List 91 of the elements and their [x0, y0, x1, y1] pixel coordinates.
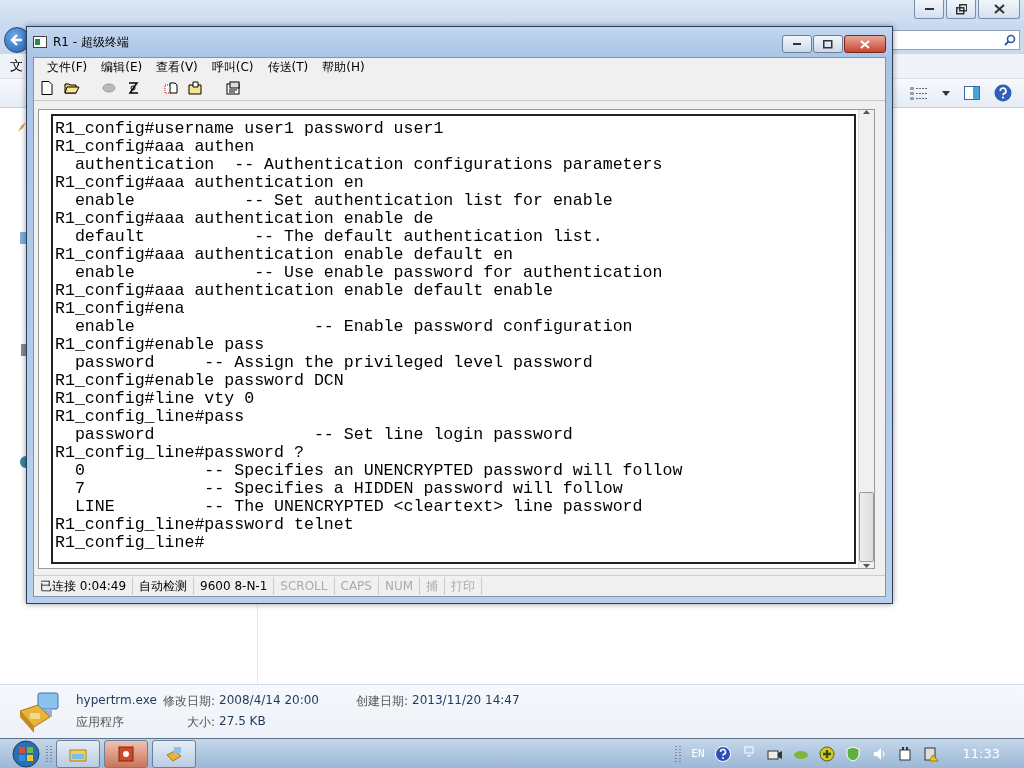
terminal-line: LINE -- The UNENCRYPTED <cleartext> line password — [73, 498, 644, 516]
status-item: SCROLL — [274, 577, 335, 595]
terminal-line: enable -- Enable password configuration — [73, 318, 634, 336]
scroll-down-icon[interactable] — [863, 564, 870, 568]
file-type: 应用程序 — [76, 714, 124, 729]
view-list-icon[interactable] — [910, 86, 928, 100]
status-item: 打印 — [445, 577, 483, 595]
terminal-line: R1_config#aaa authentication en — [55, 174, 365, 192]
size-label: 大小: — [187, 713, 216, 731]
terminal-line: R1_config#aaa authentication enable de — [55, 210, 435, 228]
menu-item[interactable]: 文件(F) — [40, 58, 95, 76]
terminal-line: enable -- Use enable password for authentication — [73, 264, 664, 282]
created-label: 创建日期: — [356, 692, 409, 710]
properties-icon[interactable] — [226, 81, 242, 95]
start-orb-icon[interactable] — [10, 739, 42, 768]
file-name: hypertrm.exe — [76, 692, 157, 707]
minimize-button[interactable] — [914, 0, 944, 19]
terminal-line: R1_config#enable pass — [55, 336, 266, 354]
scroll-up-icon[interactable] — [863, 110, 870, 114]
open-folder-icon[interactable] — [64, 81, 80, 95]
phone-computer-icon — [16, 690, 62, 733]
terminal-line: R1_config#username user1 password user1 — [55, 120, 445, 138]
created-date: 2013/11/20 14:47 — [412, 692, 520, 709]
minimize-icon — [924, 8, 934, 10]
restore-button[interactable] — [946, 0, 976, 19]
terminal-line: authentication -- Authentication configurations parameters — [73, 156, 664, 174]
terminal-line: enable -- Set authentication list for enable — [73, 192, 614, 210]
menu-item[interactable]: 传送(T) — [260, 58, 316, 76]
dropdown-caret-icon[interactable] — [942, 90, 950, 96]
terminal-line: password -- Set line login password — [73, 426, 574, 444]
terminal-screen[interactable] — [51, 114, 856, 564]
power-plug-icon[interactable] — [896, 745, 913, 762]
close-button[interactable] — [844, 35, 886, 53]
file-size: 27.5 KB — [219, 713, 266, 730]
grip-icon — [46, 744, 52, 763]
menu-item[interactable]: 编辑(E) — [94, 58, 150, 76]
new-file-icon[interactable] — [40, 81, 56, 95]
terminal-line: R1_config#enable password DCN — [55, 372, 345, 390]
terminal-line: R1_config#ena — [55, 300, 186, 318]
terminal-line: password -- Assign the privileged level password — [73, 354, 594, 372]
maximize-button[interactable] — [813, 35, 843, 53]
status-item: NUM — [378, 577, 421, 595]
restore-icon — [955, 3, 967, 15]
terminal-line: R1_config_line#password ? — [55, 444, 305, 462]
plus-shield-icon[interactable] — [818, 745, 835, 762]
taskbar-button[interactable] — [104, 739, 148, 768]
terminal-line: 7 -- Specifies a HIDDEN password will follow — [73, 480, 624, 498]
minimize-button[interactable] — [782, 35, 812, 53]
close-icon — [860, 39, 870, 49]
scroll-thumb[interactable] — [859, 492, 874, 562]
window-title: R1 - 超级终端 — [53, 33, 129, 51]
terminal-app-icon — [33, 36, 47, 48]
menu-item[interactable]: 呼叫(C) — [204, 58, 261, 76]
status-item: 自动检测 — [133, 577, 195, 595]
status-item: 9600 8-N-1 — [194, 577, 275, 595]
grip-icon — [675, 744, 682, 763]
terminal-line: R1_config_line#pass — [55, 408, 246, 426]
search-field[interactable] — [890, 30, 1020, 50]
taskbar-button[interactable] — [56, 739, 100, 768]
help-icon[interactable] — [994, 84, 1012, 102]
modified-label: 修改日期: — [163, 692, 216, 710]
network-warning-icon[interactable] — [922, 745, 939, 762]
close-icon — [993, 4, 1005, 14]
terminal-line: R1_config_line# — [55, 534, 206, 552]
terminal-line: R1_config#line vty 0 — [55, 390, 256, 408]
scrollbar[interactable] — [858, 110, 874, 568]
taskbar-button[interactable] — [152, 739, 196, 768]
presentation-icon — [117, 745, 135, 762]
help-icon[interactable] — [714, 745, 731, 762]
close-button[interactable] — [978, 0, 1020, 19]
terminal-line: R1_config#aaa authen — [55, 138, 256, 156]
modified-date: 2008/4/14 20:00 — [219, 692, 319, 709]
maximize-icon — [823, 39, 833, 49]
terminal-line: R1_config#aaa authentication enable default enable — [55, 282, 554, 300]
status-item: 捕 — [420, 577, 446, 595]
status-item: CAPS — [334, 577, 379, 595]
minimize-icon — [793, 43, 801, 45]
terminal-line: R1_config_line#password telnet — [55, 516, 355, 534]
menu-item[interactable]: 帮助(H) — [315, 58, 372, 76]
status-item: 已连接 0:04:49 — [34, 577, 134, 595]
preview-pane-icon[interactable] — [964, 86, 980, 100]
search-icon — [1004, 34, 1016, 46]
back-arrow-icon — [10, 34, 24, 46]
phone-computer-icon — [165, 745, 183, 762]
terminal-line: default -- The default authentication list. — [73, 228, 604, 246]
menu-item[interactable]: 文 — [10, 57, 23, 75]
menu-item[interactable]: 查看(V) — [149, 58, 205, 76]
send-file-icon[interactable] — [164, 81, 180, 95]
terminal-line: R1_config#aaa authentication enable default en — [55, 246, 515, 264]
receive-file-icon[interactable] — [188, 81, 204, 95]
terminal-line: 0 -- Specifies an UNENCRYPTED password will follow — [73, 462, 684, 480]
